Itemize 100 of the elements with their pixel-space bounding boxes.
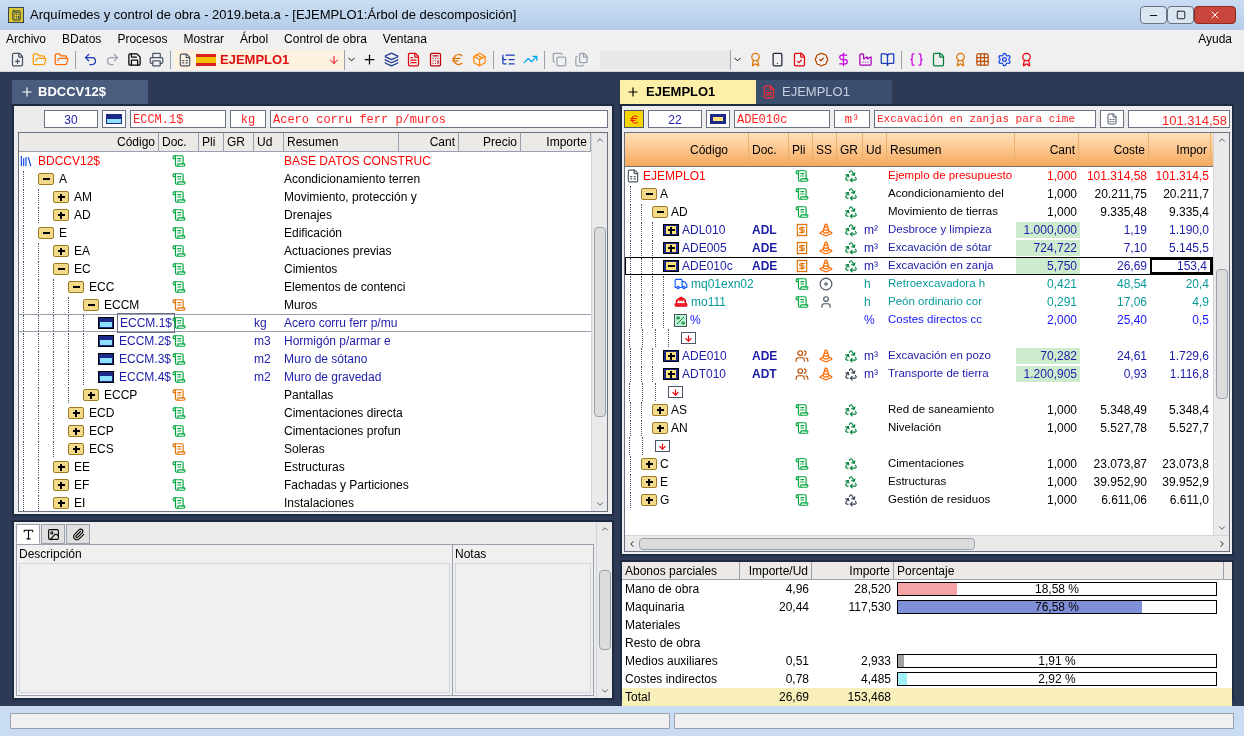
vertical-scrollbar[interactable]	[591, 133, 607, 511]
tree-row[interactable]: ECP Cimentaciones profun	[19, 422, 591, 440]
item-icon[interactable]	[663, 224, 679, 236]
folder-icon[interactable]	[641, 494, 657, 506]
tree-row[interactable]: AS Red de saneamiento 1,000 5.348,49 5.348,4	[625, 401, 1213, 419]
column-header[interactable]: Doc.	[159, 133, 199, 151]
folder-icon[interactable]	[53, 497, 69, 509]
scroll-thumb[interactable]	[598, 570, 611, 650]
tab[interactable]	[16, 524, 40, 544]
tree-row[interactable]: E Edificación	[19, 224, 591, 242]
tab[interactable]	[66, 524, 90, 544]
tree-row[interactable]: mo111 h Peón ordinario cor 0,291 17,06 4,9	[625, 293, 1213, 311]
column-header[interactable]: Impor	[1149, 133, 1211, 166]
folder-icon[interactable]	[38, 227, 54, 239]
description-field[interactable]	[19, 563, 450, 693]
tree-row[interactable]: C Cimentaciones 1,000 23.073,87 23.073,8	[625, 455, 1213, 473]
folder-icon[interactable]	[83, 299, 99, 311]
folder-icon[interactable]	[641, 188, 657, 200]
tree-row[interactable]: EC Cimientos	[19, 260, 591, 278]
scroll-right-icon[interactable]	[1217, 538, 1227, 549]
project-selector[interactable]: EJEMPLO1	[174, 49, 344, 70]
scroll-thumb[interactable]	[1215, 269, 1228, 399]
tree-row[interactable]: AD Movimiento de tierras 1,000 9.335,48 9.335,4	[625, 203, 1213, 221]
tree-row[interactable]: EA Actuaciones previas	[19, 242, 591, 260]
scroll-up-icon[interactable]	[599, 524, 610, 534]
folder-icon[interactable]	[68, 281, 84, 293]
scroll-thumb[interactable]	[593, 227, 606, 417]
column-header[interactable]: Resumen	[284, 133, 399, 151]
column-header[interactable]: Importe	[812, 562, 894, 579]
tree-row[interactable]: ECS Soleras	[19, 440, 591, 458]
tree-row[interactable]: ECCP Pantallas	[19, 386, 591, 404]
tree-row[interactable]: ECC Elementos de contenci	[19, 278, 591, 296]
menu-item[interactable]: Procesos	[117, 30, 168, 48]
tree-row[interactable]: AM Movimiento, protección y	[19, 188, 591, 206]
column-header[interactable]: Resumen	[887, 133, 1015, 166]
tree-row[interactable]: ADE010c ADE m³ Excavación en zanja 5,750 26,69 153,4	[625, 257, 1213, 275]
column-header[interactable]: GR	[837, 133, 863, 166]
folder-icon[interactable]	[53, 209, 69, 221]
menu-item[interactable]: Control de obra	[284, 30, 367, 48]
column-header[interactable]: Ud	[254, 133, 284, 151]
item-icon[interactable]	[663, 242, 679, 254]
menu-item[interactable]: Ventana	[382, 30, 427, 48]
maximize-button[interactable]	[1167, 6, 1194, 24]
tree-row[interactable]: ADE010 ADE m³ Excavación en pozo 70,282 24,61 1.729,6	[625, 347, 1213, 365]
menu-item[interactable]: Ayuda	[1198, 30, 1238, 48]
tree-row[interactable]: A Acondicionamiento terren	[19, 170, 591, 188]
column-header[interactable]: Coste	[1079, 133, 1149, 166]
column-header[interactable]: Pli	[789, 133, 813, 166]
folder-icon[interactable]	[53, 191, 69, 203]
tree-row[interactable]: ECCM.3$ m2 Muro de sótano	[19, 350, 591, 368]
folder-icon[interactable]	[68, 407, 84, 419]
column-header[interactable]: Código	[19, 133, 159, 151]
column-header[interactable]: SS	[813, 133, 837, 166]
column-header[interactable]: Cant	[1015, 133, 1079, 166]
folder-icon[interactable]	[53, 263, 69, 275]
menu-item[interactable]: Mostrar	[183, 30, 225, 48]
column-header[interactable]: Ud	[863, 133, 887, 166]
scroll-down-icon[interactable]	[594, 499, 605, 509]
tree-row[interactable]: ADE005 ADE m³ Excavación de sótar 724,722 7,10 5.145,5	[625, 239, 1213, 257]
tree-row[interactable]: ADL010 ADL m² Desbroce y limpieza 1.000,000 1,19 1.190,0	[625, 221, 1213, 239]
folder-icon[interactable]	[68, 443, 84, 455]
folder-icon[interactable]	[53, 479, 69, 491]
tree-row[interactable]: EE Estructuras	[19, 458, 591, 476]
tab[interactable]: BDCCV12$	[12, 80, 148, 104]
column-header[interactable]: Cant	[399, 133, 459, 151]
column-header[interactable]: Importe/Ud	[740, 562, 812, 579]
folder-icon[interactable]	[652, 422, 668, 434]
tree-row[interactable]: BDCCV12$ BASE DATOS CONSTRUC	[19, 152, 591, 170]
tree-row[interactable]: mq01exn02 h Retroexcavadora h 0,421 48,54 20,4	[625, 275, 1213, 293]
scroll-left-icon[interactable]	[627, 538, 637, 549]
column-header[interactable]: Código	[625, 133, 749, 166]
tab[interactable]	[41, 524, 65, 544]
folder-icon[interactable]	[652, 404, 668, 416]
folder-icon[interactable]	[53, 245, 69, 257]
menu-item[interactable]: BDatos	[62, 30, 102, 48]
item-icon[interactable]	[663, 260, 679, 272]
scroll-up-icon[interactable]	[594, 135, 605, 145]
tree-row[interactable]: EI Instalaciones	[19, 494, 591, 511]
column-header[interactable]: Abonos parciales	[622, 562, 740, 579]
column-header[interactable]: Pli	[199, 133, 224, 151]
notes-field[interactable]	[455, 563, 591, 693]
vertical-scrollbar[interactable]	[596, 522, 612, 698]
horizontal-scrollbar[interactable]	[625, 535, 1229, 551]
tree-row[interactable]: G Gestión de residuos 1,000 6.611,06 6.611,0	[625, 491, 1213, 509]
tab[interactable]: EJEMPLO1	[756, 80, 892, 104]
column-header[interactable]: Doc.	[749, 133, 789, 166]
folder-icon[interactable]	[83, 389, 99, 401]
minimize-button[interactable]	[1140, 6, 1167, 24]
empty-combo-field[interactable]	[600, 50, 730, 69]
column-header[interactable]: GR	[224, 133, 254, 151]
tree-row[interactable]: ECD Cimentaciones directa	[19, 404, 591, 422]
tree-row[interactable]: ECCM.1$ kg Acero corru ferr p/mu	[19, 314, 591, 332]
scroll-up-icon[interactable]	[1216, 135, 1227, 145]
tree-row[interactable]: A Acondicionamiento del 1,000 20.211,75 20.211,7	[625, 185, 1213, 203]
scroll-down-icon[interactable]	[1216, 523, 1227, 533]
tree-row[interactable]: EF Fachadas y Particiones	[19, 476, 591, 494]
folder-icon[interactable]	[38, 173, 54, 185]
folder-icon[interactable]	[641, 458, 657, 470]
folder-icon[interactable]	[68, 425, 84, 437]
vertical-scrollbar[interactable]	[1213, 133, 1229, 535]
